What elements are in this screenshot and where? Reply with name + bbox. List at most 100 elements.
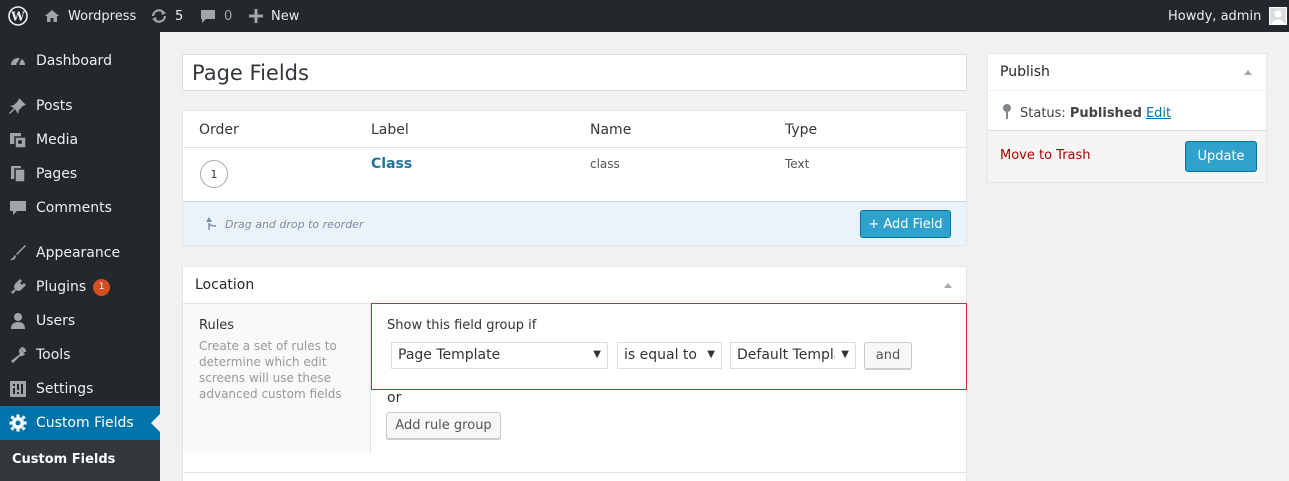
dashboard-icon [0,52,36,70]
edit-status-link[interactable]: Edit [1146,106,1171,121]
field-name: class [590,157,620,171]
menu-label: Dashboard [36,53,112,69]
menu-label: Settings [36,381,94,397]
pin-icon [0,97,36,115]
menu-item-dashboard[interactable]: Dashboard [0,44,160,78]
menu-label: Pages [36,166,78,182]
menu-label: Appearance [36,245,121,261]
home-icon [44,9,60,23]
rule-operator-select[interactable]: is equal to ▼ [617,342,722,369]
rule-value-select[interactable]: Default Template ▼ [730,342,856,369]
updates-count: 5 [175,8,184,24]
settings-icon [0,380,36,398]
menu-item-custom-fields[interactable]: Custom Fields [0,406,160,440]
updates-icon [150,8,168,24]
add-rule-group-button[interactable]: Add rule group [386,412,501,439]
column-header-type: Type [785,122,818,138]
publish-title: Publish [1000,64,1050,80]
menu-item-posts[interactable]: Posts [0,89,160,123]
menu-label: Plugins [36,279,87,295]
fields-footer: Drag and drop to reorder + Add Field [183,201,966,245]
and-button[interactable]: and [864,342,912,369]
fields-table: Order Label Name Type 1 Class class Text… [182,110,967,246]
location-postbox: Location Rules Create a set of rules to … [182,266,967,481]
header-divider [183,147,966,148]
site-name: Wordpress [68,8,137,24]
submenu-item-custom-fields[interactable]: Custom Fields [12,452,115,467]
new-content-link[interactable]: New [249,0,299,32]
post-status: Status: Published Edit [1002,103,1171,123]
publish-postbox: Publish Status: Published Edit Move to T… [987,53,1267,183]
dropdown-caret-icon: ▼ [707,349,715,360]
comment-bubble-icon [200,8,216,24]
howdy-text: Howdy, admin [1168,8,1262,24]
plug-icon [0,278,36,296]
new-label: New [271,8,300,24]
column-header-label: Label [371,122,409,138]
plugins-update-badge: 1 [93,278,111,296]
plus-icon [249,9,263,23]
field-group-title-input[interactable]: Page Fields [182,54,967,91]
collapse-caret-icon[interactable] [1244,70,1252,75]
publish-actions: Move to Trash Update [988,130,1266,182]
dropdown-caret-icon: ▼ [839,349,849,360]
rule-group-title: Show this field group if [387,318,537,333]
gear-icon [0,414,36,432]
wrench-icon [0,346,36,364]
updates-link[interactable]: 5 [150,0,183,32]
curved-arrow-up-icon [205,215,219,234]
publish-divider [988,90,1266,91]
update-button[interactable]: Update [1185,141,1257,172]
menu-item-comments[interactable]: Comments [0,191,160,225]
comments-link[interactable]: 0 [200,0,232,32]
custom-fields-submenu: Custom Fields [0,440,160,481]
field-type: Text [785,157,810,171]
drag-hint: Drag and drop to reorder [205,215,363,234]
menu-item-pages[interactable]: Pages [0,157,160,191]
menu-item-users[interactable]: Users [0,304,160,338]
admin-menu: Dashboard Posts Media Pages Comments App… [0,32,160,481]
rule-group-actions: or Add rule group [371,390,967,453]
move-to-trash-link[interactable]: Move to Trash [1000,148,1091,163]
or-label: or [387,390,402,406]
menu-label: Media [36,132,79,148]
next-postbox [182,472,967,481]
admin-bar: W Wordpress 5 0 New Howdy, admin [0,0,1289,32]
field-order-handle[interactable]: 1 [200,160,228,188]
rule-param-select[interactable]: Page Template ▼ [391,342,608,369]
add-field-button[interactable]: + Add Field [860,210,951,238]
status-value: Published [1069,105,1142,121]
drag-hint-text: Drag and drop to reorder [225,218,364,231]
select-value: is equal to [624,347,697,363]
user-icon [0,312,36,330]
menu-label: Tools [36,347,71,363]
svg-text:W: W [10,10,25,24]
wordpress-logo-icon[interactable]: W [8,0,28,32]
comment-icon [0,199,36,217]
brush-icon [0,244,36,262]
menu-item-media[interactable]: Media [0,123,160,157]
rules-title: Rules [199,318,235,333]
menu-label: Users [36,313,76,329]
comments-count: 0 [224,8,233,24]
collapse-caret-icon[interactable] [944,283,952,288]
my-account-link[interactable]: Howdy, admin [1168,0,1288,32]
current-menu-arrow [151,414,160,432]
rule-group: Show this field group if Page Template ▼… [371,303,967,390]
select-value: Default Template [737,347,835,363]
pin-icon [1002,103,1012,123]
menu-label: Comments [36,200,112,216]
media-icon [0,131,36,149]
site-name-link[interactable]: Wordpress [44,0,136,32]
menu-label: Posts [36,98,73,114]
pages-icon [0,165,36,183]
menu-item-plugins[interactable]: Plugins 1 [0,270,160,304]
menu-item-tools[interactable]: Tools [0,338,160,372]
menu-item-settings[interactable]: Settings [0,372,160,406]
rules-label-column: Rules Create a set of rules to determine… [183,303,371,453]
field-label-link[interactable]: Class [371,156,412,172]
menu-item-appearance[interactable]: Appearance [0,236,160,270]
dropdown-caret-icon: ▼ [593,349,601,360]
column-header-order: Order [199,122,239,138]
location-title: Location [195,277,255,293]
